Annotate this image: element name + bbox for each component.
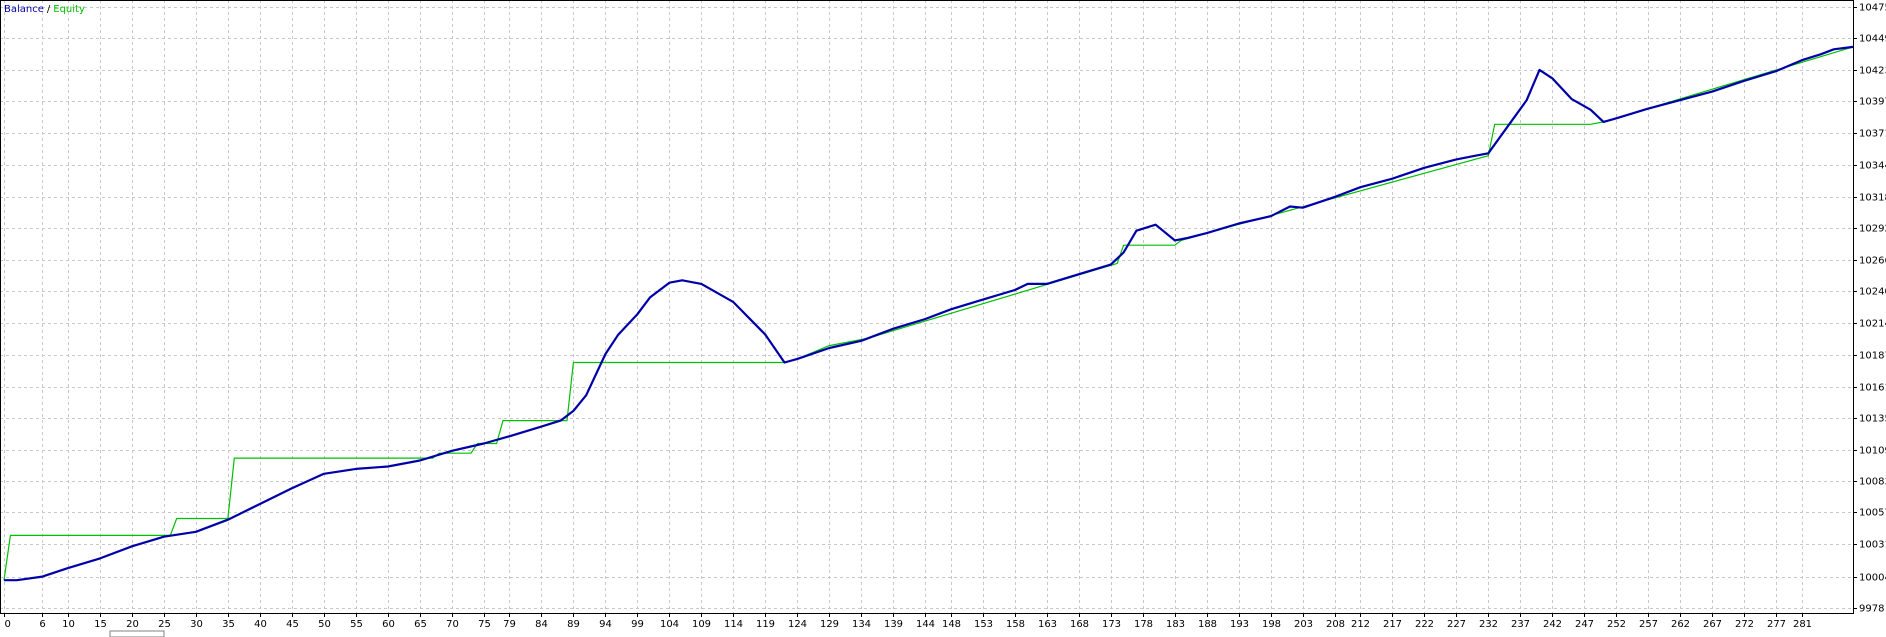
- x-tick-label: 272: [1735, 619, 1754, 630]
- x-tick-label: 134: [852, 619, 871, 630]
- y-tick-label: 10214: [1859, 319, 1886, 330]
- y-tick-label: 10292: [1859, 224, 1886, 235]
- x-tick-label: 178: [1134, 619, 1153, 630]
- x-tick-label: 15: [94, 619, 107, 630]
- x-tick-label: 208: [1326, 619, 1345, 630]
- equity-chart: 9978100041003110057100831010910135101611…: [0, 0, 1886, 637]
- y-tick-label: 10240: [1859, 287, 1886, 298]
- x-tick-label: 193: [1230, 619, 1249, 630]
- x-tick-label: 281: [1793, 619, 1812, 630]
- x-tick-label: 262: [1671, 619, 1690, 630]
- y-tick-label: 10423: [1859, 66, 1886, 77]
- y-tick-label: 10135: [1859, 414, 1886, 425]
- x-tick-label: 84: [535, 619, 548, 630]
- x-tick-label: 6: [39, 619, 45, 630]
- x-tick-label: 222: [1415, 619, 1434, 630]
- y-tick-label: 10318: [1859, 193, 1886, 204]
- x-tick-label: 109: [692, 619, 711, 630]
- y-tick-label: 10109: [1859, 446, 1886, 457]
- x-tick-label: 183: [1166, 619, 1185, 630]
- x-tick-label: 119: [756, 619, 775, 630]
- x-tick-label: 212: [1351, 619, 1370, 630]
- x-tick-label: 227: [1447, 619, 1466, 630]
- y-tick-label: 10449: [1859, 34, 1886, 45]
- x-tick-label: 173: [1102, 619, 1121, 630]
- legend-balance-label: Balance: [4, 4, 44, 15]
- y-tick-label: 10397: [1859, 97, 1886, 108]
- x-tick-label: 99: [631, 619, 644, 630]
- x-tick-label: 163: [1038, 619, 1057, 630]
- x-tick-label: 25: [158, 619, 171, 630]
- y-tick-label: 10031: [1859, 540, 1886, 551]
- x-tick-label: 168: [1070, 619, 1089, 630]
- y-tick-label: 9978: [1859, 604, 1884, 615]
- x-tick-label: 79: [503, 619, 516, 630]
- y-tick-label: 10266: [1859, 256, 1886, 267]
- x-tick-label: 30: [190, 619, 203, 630]
- x-tick-label: 75: [478, 619, 491, 630]
- y-tick-label: 10083: [1859, 477, 1886, 488]
- x-tick-label: 247: [1575, 619, 1594, 630]
- chart-background: [0, 0, 1886, 637]
- y-tick-label: 10344: [1859, 161, 1886, 172]
- x-tick-label: 277: [1767, 619, 1786, 630]
- x-tick-label: 252: [1607, 619, 1626, 630]
- x-tick-label: 129: [820, 619, 839, 630]
- tab-20[interactable]: [109, 630, 165, 637]
- x-tick-label: 217: [1383, 619, 1402, 630]
- x-tick-label: 188: [1198, 619, 1217, 630]
- x-tick-label: 257: [1639, 619, 1658, 630]
- x-tick-label: 158: [1006, 619, 1025, 630]
- x-tick-label: 139: [884, 619, 903, 630]
- y-tick-label: 10371: [1859, 129, 1886, 140]
- x-tick-label: 267: [1703, 619, 1722, 630]
- x-tick-label: 232: [1479, 619, 1498, 630]
- x-tick-label: 144: [916, 619, 935, 630]
- x-tick-label: 153: [974, 619, 993, 630]
- x-tick-label: 94: [599, 619, 612, 630]
- x-tick-label: 60: [382, 619, 395, 630]
- x-tick-label: 0: [5, 619, 11, 630]
- x-tick-label: 237: [1511, 619, 1530, 630]
- x-tick-label: 242: [1543, 619, 1562, 630]
- x-tick-label: 55: [350, 619, 363, 630]
- x-tick-label: 148: [942, 619, 961, 630]
- y-tick-label: 10057: [1859, 508, 1886, 519]
- y-tick-label: 10161: [1859, 383, 1886, 394]
- bottom-tab-strip: 20: [109, 630, 165, 637]
- x-tick-label: 35: [222, 619, 235, 630]
- x-tick-label: 114: [724, 619, 743, 630]
- x-tick-label: 89: [567, 619, 580, 630]
- x-tick-label: 40: [254, 619, 267, 630]
- x-tick-label: 50: [318, 619, 331, 630]
- chart-canvas: 9978100041003110057100831010910135101611…: [0, 0, 1886, 637]
- x-tick-label: 104: [660, 619, 679, 630]
- x-tick-label: 65: [414, 619, 427, 630]
- x-tick-label: 45: [286, 619, 299, 630]
- x-tick-label: 70: [446, 619, 459, 630]
- x-tick-label: 203: [1294, 619, 1313, 630]
- x-tick-label: 20: [126, 619, 139, 630]
- x-tick-label: 10: [62, 619, 75, 630]
- x-tick-label: 198: [1262, 619, 1281, 630]
- x-tick-label: 124: [788, 619, 807, 630]
- y-tick-label: 10475: [1859, 3, 1886, 14]
- legend-equity-label: Equity: [53, 4, 85, 15]
- y-tick-label: 10187: [1859, 351, 1886, 362]
- y-tick-label: 10004: [1859, 573, 1886, 584]
